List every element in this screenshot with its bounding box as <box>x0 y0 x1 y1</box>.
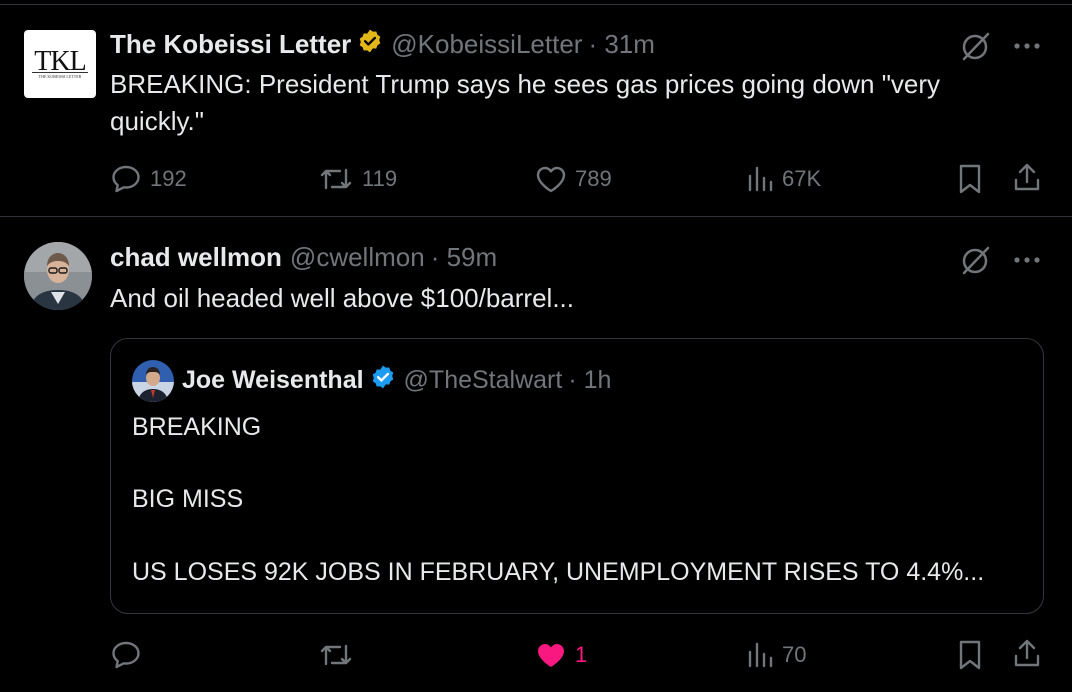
tweet-1-header: The Kobeissi Letter @KobeissiLetter · 31… <box>110 28 655 61</box>
quoted-text-line: BIG MISS <box>132 485 244 513</box>
verified-badge-icon[interactable] <box>370 364 396 397</box>
repost-button[interactable]: 119 <box>318 164 397 194</box>
more-icon[interactable] <box>1012 250 1042 275</box>
quoted-author-name[interactable]: Joe Weisenthal <box>182 366 364 395</box>
grok-icon[interactable] <box>960 244 992 281</box>
quoted-author-handle[interactable]: @TheStalwart <box>404 366 563 395</box>
bookmark-icon[interactable] <box>957 163 983 200</box>
views-count: 70 <box>782 642 807 667</box>
tweet-divider <box>0 216 1072 217</box>
reply-icon <box>110 164 142 194</box>
share-icon[interactable] <box>1012 638 1042 675</box>
tweet-2-header: chad wellmon @cwellmon · 59m <box>110 242 497 273</box>
like-count: 789 <box>575 166 612 191</box>
like-count: 1 <box>575 642 588 667</box>
like-button[interactable]: 789 <box>535 164 612 194</box>
reply-button[interactable]: 192 <box>110 164 187 194</box>
author-handle[interactable]: @KobeissiLetter <box>391 29 582 60</box>
avatar-logo-rule <box>32 72 88 73</box>
grok-icon[interactable] <box>960 30 992 67</box>
verified-badge-icon[interactable] <box>357 28 383 61</box>
views-button[interactable]: 67K <box>746 164 821 194</box>
repost-count: 119 <box>362 166 398 191</box>
repost-icon <box>318 164 354 194</box>
quoted-text-line: BREAKING <box>132 413 262 441</box>
repost-button[interactable] <box>318 640 362 670</box>
kobeissi-avatar[interactable]: TKL THE KOBEISSI LETTER <box>24 30 96 98</box>
more-icon[interactable] <box>1012 36 1042 61</box>
bookmark-icon[interactable] <box>957 639 983 676</box>
quoted-tweet-time[interactable]: · 1h <box>568 366 611 395</box>
quoted-text-line: US LOSES 92K JOBS IN FEBRUARY, UNEMPLOYM… <box>132 558 985 586</box>
reply-button[interactable] <box>110 640 150 670</box>
tweet-text: BREAKING: President Trump says he sees g… <box>110 69 941 136</box>
reply-count: 192 <box>150 166 187 191</box>
avatar-logo-subtext: THE KOBEISSI LETTER <box>38 74 82 79</box>
author-name[interactable]: chad wellmon <box>110 242 282 273</box>
like-icon <box>535 164 567 194</box>
quoted-tweet-header: Joe Weisenthal @TheStalwart · 1h <box>182 364 611 397</box>
views-button[interactable]: 70 <box>746 640 806 670</box>
views-count: 67K <box>782 166 822 191</box>
author-handle[interactable]: @cwellmon <box>290 242 425 273</box>
like-icon-filled <box>535 640 567 670</box>
repost-icon <box>318 640 354 670</box>
tweet-time[interactable]: · 31m <box>588 29 654 60</box>
top-divider <box>0 4 1072 5</box>
views-icon <box>746 640 774 670</box>
like-button[interactable]: 1 <box>535 640 587 670</box>
tweet-text: And oil headed well above $100/barrel... <box>110 283 574 313</box>
views-icon <box>746 164 774 194</box>
joe-avatar[interactable] <box>132 360 174 402</box>
author-name[interactable]: The Kobeissi Letter <box>110 29 351 60</box>
reply-icon <box>110 640 142 670</box>
chad-avatar[interactable] <box>24 242 92 310</box>
share-icon[interactable] <box>1012 162 1042 199</box>
tweet-time[interactable]: · 59m <box>431 242 497 273</box>
